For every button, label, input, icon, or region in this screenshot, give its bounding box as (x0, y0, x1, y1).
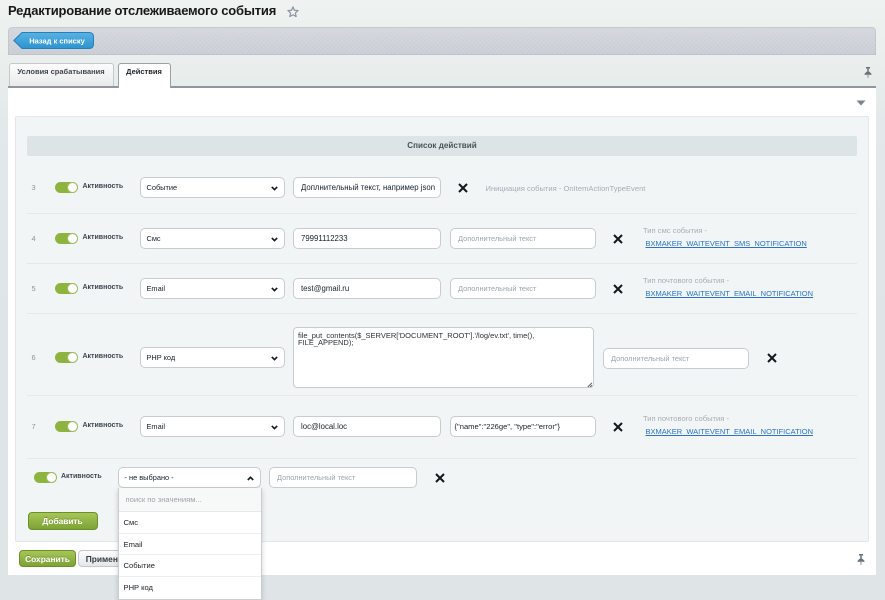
svg-text:Назад к списку: Назад к списку (29, 36, 85, 45)
